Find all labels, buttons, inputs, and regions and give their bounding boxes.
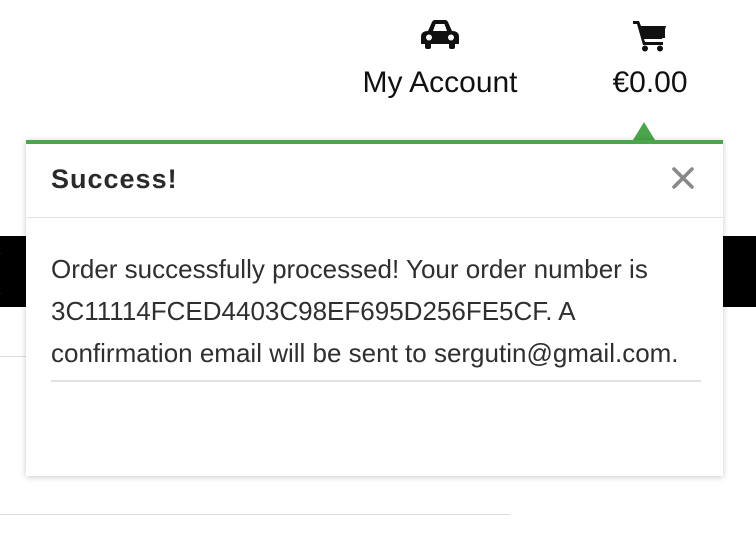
toast-close-button[interactable] (669, 164, 697, 192)
my-account-link[interactable]: My Account (354, 18, 526, 102)
background-divider (0, 514, 510, 515)
close-icon (672, 167, 694, 189)
background-banner-glyph: ( (0, 244, 1, 298)
toast-header: Success! (26, 144, 723, 218)
toast-message: Order successfully processed! Your order… (51, 248, 701, 382)
toast-pointer-arrow (633, 122, 655, 140)
toast-title: Success! (51, 164, 178, 194)
success-toast: Success! Order successfully processed! Y… (26, 140, 723, 476)
my-account-label: My Account (362, 66, 518, 99)
car-icon (421, 20, 459, 49)
cart-link[interactable]: €0.00 (600, 18, 700, 102)
shopping-cart-icon (633, 21, 666, 52)
cart-total: €0.00 (612, 66, 688, 99)
toast-body: Order successfully processed! Your order… (26, 218, 723, 382)
